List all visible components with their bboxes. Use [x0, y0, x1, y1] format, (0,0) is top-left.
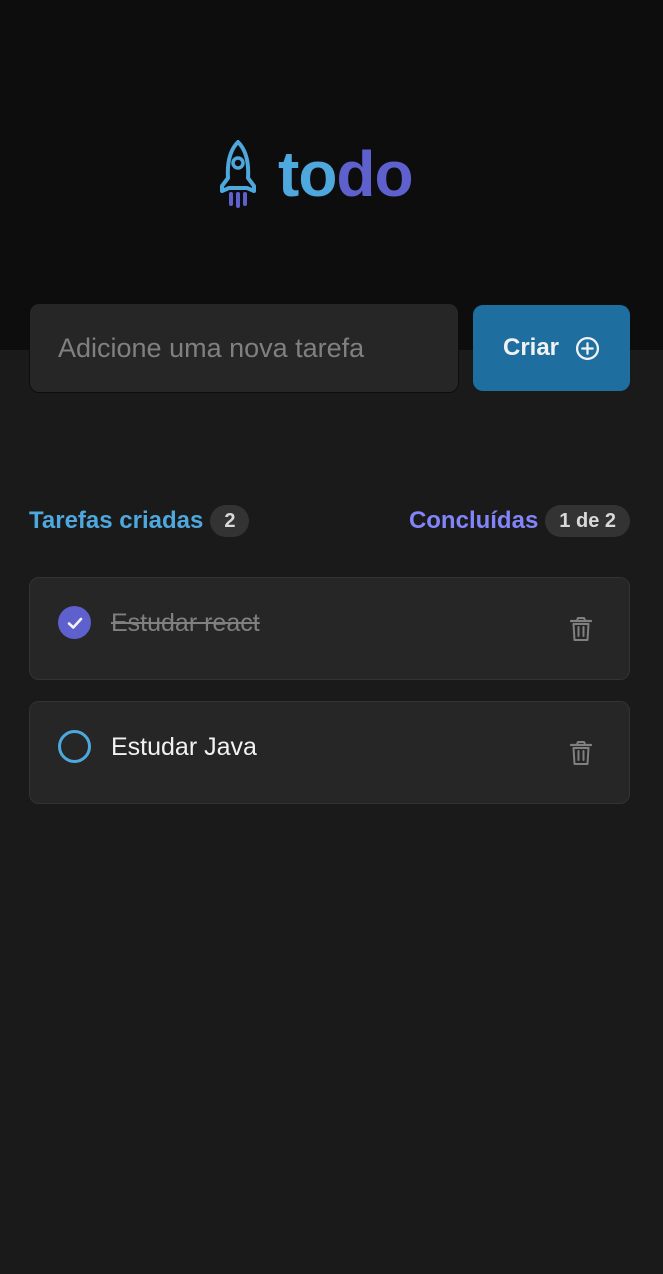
- create-button-label: Criar: [502, 334, 560, 361]
- task-summary: Tarefas criadas 2 Concluídas 1 de 2: [29, 503, 630, 539]
- trash-icon: [570, 741, 592, 765]
- delete-task-button[interactable]: [566, 614, 596, 644]
- logo-text-part1: to: [278, 138, 337, 210]
- task-text: Estudar react: [111, 609, 260, 637]
- created-label: Tarefas criadas: [29, 507, 204, 534]
- trash-icon: [570, 617, 592, 641]
- check-icon: [67, 617, 82, 629]
- logo-wordmark: to do: [278, 138, 414, 210]
- app-header: to do: [0, 0, 663, 350]
- created-count-badge: 2: [210, 505, 250, 537]
- task-list: Estudar react Estudar Java: [29, 577, 630, 825]
- task-item: Estudar Java: [29, 701, 630, 804]
- plus-circle-icon: [575, 336, 600, 360]
- delete-task-button[interactable]: [566, 738, 596, 768]
- rocket-icon: [220, 140, 256, 208]
- done-label: Concluídas: [408, 507, 539, 534]
- created-summary: Tarefas criadas 2: [29, 505, 250, 537]
- app-logo: to do: [216, 138, 414, 210]
- task-text: Estudar Java: [111, 733, 257, 761]
- done-count-badge: 1 de 2: [545, 505, 630, 537]
- new-task-field: [29, 303, 459, 393]
- todo-app: to do Criar Tarefas criadas 2 Concluídas…: [0, 0, 663, 1274]
- new-task-input[interactable]: [30, 304, 458, 392]
- create-task-button[interactable]: Criar: [473, 305, 630, 391]
- logo-text-part2: do: [336, 138, 413, 210]
- task-checkbox-checked[interactable]: [58, 606, 91, 639]
- task-item: Estudar react: [29, 577, 630, 680]
- done-summary: Concluídas 1 de 2: [409, 505, 630, 537]
- task-checkbox-unchecked[interactable]: [58, 730, 91, 763]
